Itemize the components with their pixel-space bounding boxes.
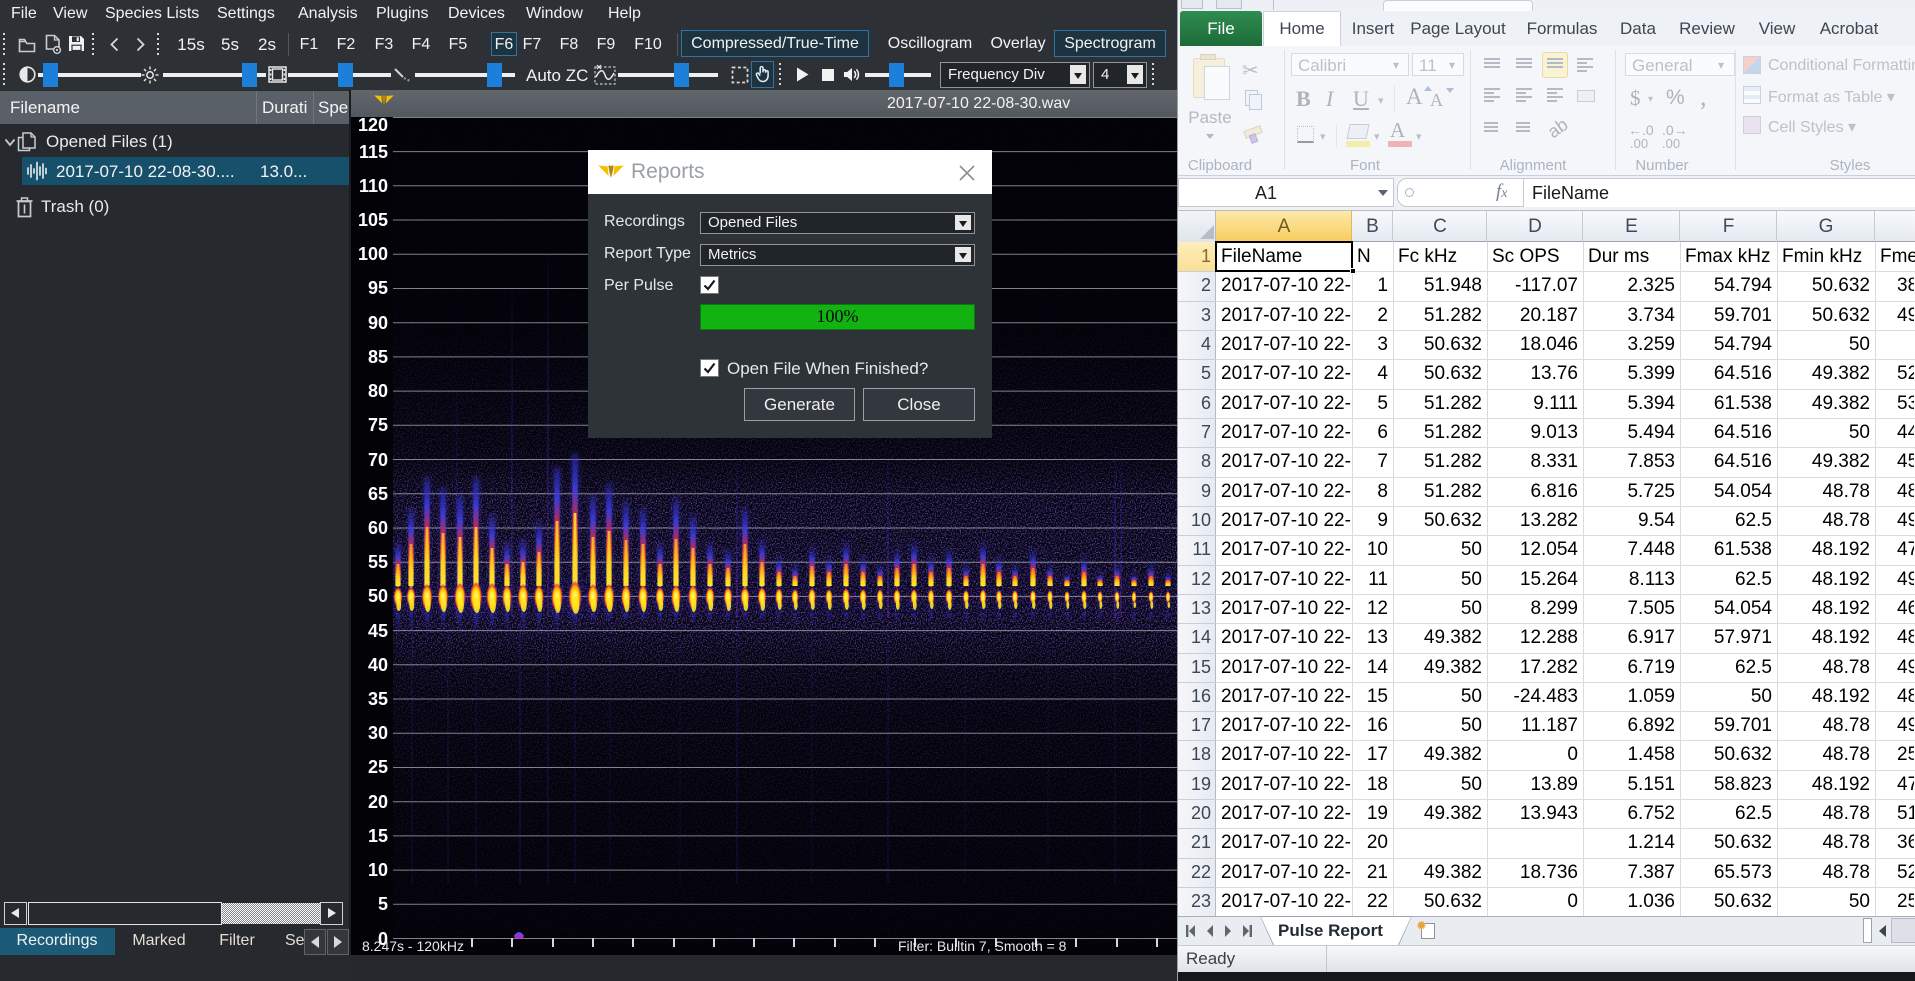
svg-text:95: 95	[368, 278, 388, 298]
svg-text:40: 40	[368, 655, 388, 675]
svg-text:8.247s - 120kHz: 8.247s - 120kHz	[362, 938, 464, 954]
svg-text:80: 80	[368, 381, 388, 401]
svg-text:15: 15	[368, 826, 388, 846]
svg-text:65: 65	[368, 484, 388, 504]
svg-text:85: 85	[368, 347, 388, 367]
svg-text:20: 20	[368, 792, 388, 812]
svg-text:100: 100	[358, 244, 388, 264]
svg-text:30: 30	[368, 723, 388, 743]
svg-text:55: 55	[368, 552, 388, 572]
svg-text:35: 35	[368, 689, 388, 709]
svg-text:Filter: Builtin 7, Smooth = 8: Filter: Builtin 7, Smooth = 8	[898, 938, 1067, 954]
svg-text:50: 50	[368, 586, 388, 606]
svg-text:105: 105	[358, 210, 388, 230]
svg-text:10: 10	[368, 860, 388, 880]
svg-text:75: 75	[368, 415, 388, 435]
svg-text:90: 90	[368, 313, 388, 333]
svg-text:70: 70	[368, 450, 388, 470]
svg-text:110: 110	[359, 176, 388, 196]
svg-text:25: 25	[368, 757, 388, 777]
svg-text:45: 45	[368, 621, 388, 641]
svg-text:120: 120	[358, 117, 388, 135]
svg-text:60: 60	[368, 518, 388, 538]
svg-text:5: 5	[378, 894, 388, 914]
svg-text:115: 115	[359, 142, 388, 162]
